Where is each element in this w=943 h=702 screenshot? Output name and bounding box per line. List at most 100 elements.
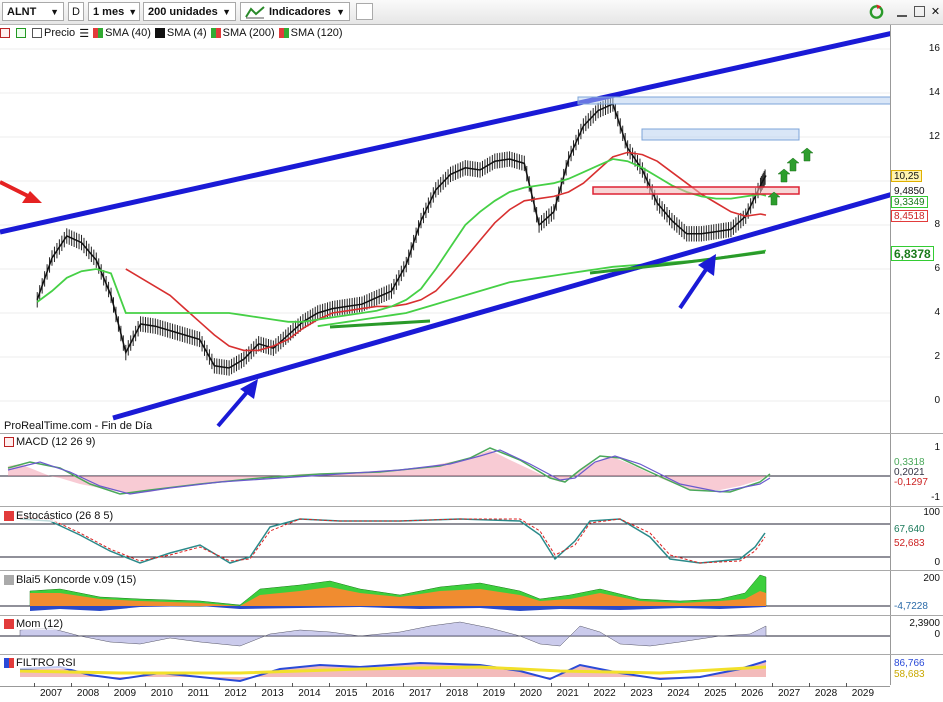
d-button-label: D (72, 5, 80, 18)
price-tick: 14 (928, 87, 940, 98)
year-tick-mark (587, 683, 589, 687)
stochastic-axis: 100 50 0 67,640 52,683 (890, 507, 943, 570)
year-tick: 2023 (630, 688, 653, 699)
year-tick-mark (218, 683, 220, 687)
year-tick: 2019 (482, 688, 506, 699)
price-tick: 2 (934, 351, 940, 362)
macd-pane[interactable] (0, 434, 890, 506)
year-tick: 2026 (741, 688, 764, 699)
koncorde-tick: 200 (923, 573, 940, 584)
checkbox-toggle[interactable] (356, 3, 373, 20)
momentum-title[interactable]: Mom (12) (4, 618, 64, 630)
year-tick-mark (550, 683, 552, 687)
price-chart[interactable]: ProRealTime.com - Fin de Día (0, 25, 890, 433)
stochastic-tick: 0 (934, 557, 940, 568)
year-tick-mark (808, 683, 810, 687)
stochastic-k-value: 67,640 (891, 523, 928, 535)
year-tick: 2016 (372, 688, 395, 699)
year-tick-mark (698, 683, 700, 687)
chevron-down-icon: ▼ (128, 6, 138, 17)
symbol-label: ALNT (7, 5, 37, 18)
timeframe-selector[interactable]: 1 mes ▼ (88, 2, 140, 21)
macd-tick: 1 (934, 442, 940, 453)
momentum-tick: 0 (934, 629, 940, 640)
toolbar: ALNT ▼ D 1 mes ▼ 200 unidades ▼ Indicado… (0, 0, 943, 25)
stochastic-title[interactable]: Estocástico (26 8 5) (4, 510, 114, 522)
year-tick-mark (513, 683, 515, 687)
target-box (641, 128, 800, 141)
chevron-down-icon: ▼ (336, 6, 345, 17)
year-tick: 2010 (150, 688, 173, 699)
year-tick: 2022 (593, 688, 616, 699)
year-tick: 2025 (704, 688, 727, 699)
minimize-icon[interactable] (893, 3, 910, 20)
year-tick-mark (624, 683, 626, 687)
momentum-area (19, 621, 767, 647)
indicators-button[interactable]: Indicadores ▼ (240, 2, 350, 21)
last-price-label: 10,25 (891, 170, 923, 182)
chevron-down-icon: ▼ (50, 6, 59, 17)
year-tick-mark (661, 683, 663, 687)
year-tick-mark (439, 683, 441, 687)
year-tick-mark (772, 683, 773, 687)
year-tick: 2021 (556, 688, 579, 699)
koncorde-title[interactable]: Blai5 Koncorde v.09 (15) (4, 574, 137, 586)
year-tick: 2011 (187, 688, 210, 699)
maximize-icon[interactable] (911, 3, 928, 20)
year-tick-mark (329, 683, 331, 687)
stochastic-d-value: 52,683 (891, 537, 928, 549)
stochastic-pane[interactable] (0, 507, 890, 570)
year-tick: 2013 (261, 688, 284, 699)
green-arrows (767, 147, 814, 206)
time-axis[interactable]: 2007 2008 2009 2010 2011 2012 2013 2014 2015 2016… (0, 683, 890, 702)
koncorde-value: -4,7228 (891, 600, 931, 612)
d-button[interactable]: D (68, 2, 84, 21)
timeframe-label: 1 mes (93, 5, 125, 18)
year-tick: 2018 (445, 688, 469, 699)
rsi-pane[interactable] (0, 655, 890, 685)
koncorde-blue-area (30, 606, 766, 611)
indicators-icon (245, 5, 265, 18)
year-tick-mark (735, 683, 737, 687)
price-tick: 12 (928, 131, 940, 142)
year-tick: 2017 (409, 688, 432, 699)
macd-axis: 1 0 -1 0,3318 0,2021 -0,1297 (890, 434, 943, 506)
koncorde-axis: 200 0 -4,7228 (890, 571, 943, 615)
year-tick-mark (255, 683, 257, 687)
close-icon[interactable]: ✕ (927, 3, 943, 20)
sma40-value-label: 8,4518 (891, 210, 928, 222)
source-label: ProRealTime.com - Fin de Día (4, 420, 153, 432)
year-tick-mark (107, 683, 109, 687)
price-tick: 6 (934, 263, 940, 274)
price-axis[interactable]: 16 14 12 10 8 6 4 2 0 10,25 9,4850 9,334… (890, 25, 943, 433)
rsi-title[interactable]: FILTRO RSI (4, 657, 76, 669)
year-tick-mark (70, 683, 72, 687)
year-tick-mark (181, 683, 183, 687)
stochastic-tick: 100 (923, 507, 940, 518)
resistance-box (577, 96, 890, 105)
year-tick: 2012 (224, 688, 247, 699)
channel-lower-line (112, 192, 890, 421)
units-selector[interactable]: 200 unidades ▼ (143, 2, 236, 21)
refresh-icon[interactable] (868, 3, 885, 20)
histogram-value: -0,1297 (891, 476, 931, 488)
sma120-value-label: 9,3349 (891, 196, 928, 208)
year-tick: 2028 (814, 688, 838, 699)
momentum-axis: 2,3900 0 (890, 616, 943, 654)
year-tick: 2008 (76, 688, 100, 699)
breakout-box (592, 186, 800, 195)
stochastic-k-line (19, 518, 766, 564)
series-line-sma120 (36, 158, 767, 323)
year-tick: 2029 (851, 688, 875, 699)
macd-title[interactable]: MACD (12 26 9) (4, 436, 96, 448)
symbol-selector[interactable]: ALNT ▼ (2, 2, 64, 21)
momentum-pane[interactable] (0, 616, 890, 654)
sma200-value-label: 6,8378 (891, 246, 934, 261)
year-tick-mark (366, 683, 368, 687)
year-tick: 2015 (335, 688, 358, 699)
year-tick-mark (34, 683, 35, 687)
rsi-axis: 86,766 58,683 (890, 655, 943, 685)
red-arrow (0, 180, 42, 203)
year-tick-mark (144, 683, 146, 687)
year-tick: 2027 (778, 688, 801, 699)
